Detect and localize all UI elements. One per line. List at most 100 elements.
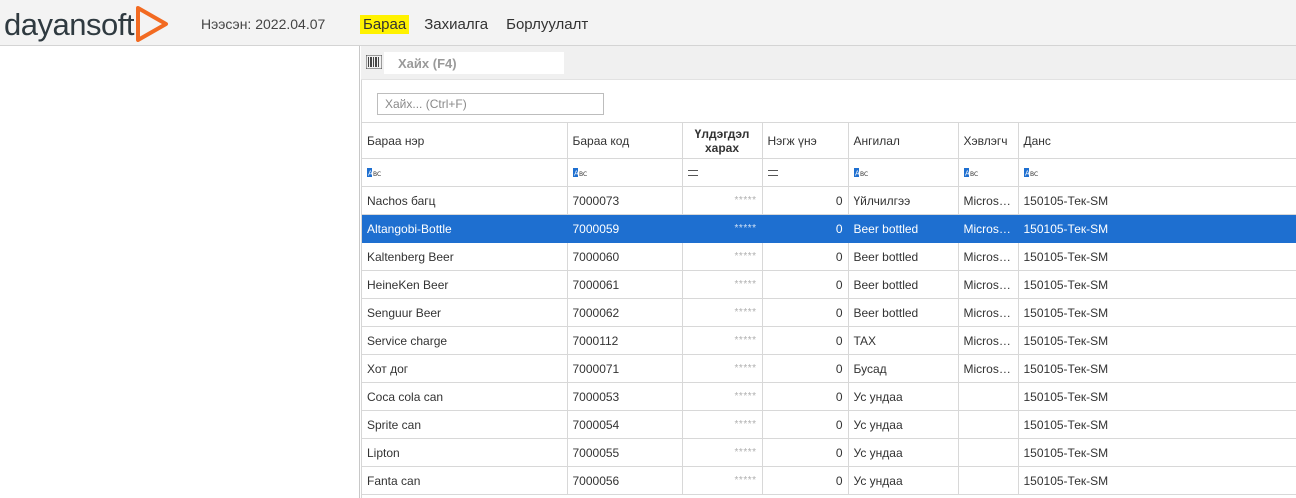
cell-code: 7000073 — [567, 186, 683, 215]
table-row[interactable]: Fanta can 7000056 ***** 0 Ус ундаа 150105-Тек… — [362, 466, 1296, 495]
column-header-category[interactable]: Ангилал — [848, 122, 959, 159]
abc-icon: A BC — [853, 166, 870, 180]
cell-code: 7000056 — [567, 466, 683, 495]
cell-printer: Microsoft Print to PDF — [958, 326, 1019, 355]
svg-text:BC: BC — [579, 171, 587, 178]
table-row[interactable]: Lipton 7000055 ***** 0 Ус ундаа 150105-Тек-SM — [362, 438, 1296, 467]
cell-name: Coca cola can — [362, 382, 568, 411]
product-grid-area: Бараа нэр Бараа код Үлдэгдэл харах Нэгж … — [361, 80, 1296, 498]
cell-price: 0 — [762, 298, 849, 327]
nav-item-orders[interactable]: Захиалга — [421, 15, 491, 34]
svg-text:BC: BC — [373, 171, 381, 178]
cell-name: Nachos багц — [362, 186, 568, 215]
cell-stock: ***** — [682, 186, 763, 215]
cell-price: 0 — [762, 354, 849, 383]
cell-name: Senguur Beer — [362, 298, 568, 327]
abc-icon: A BC — [1023, 166, 1040, 180]
cell-price: 0 — [762, 326, 849, 355]
abc-icon: A BC — [963, 166, 980, 180]
column-filter-cell[interactable] — [682, 158, 763, 187]
table-header-row: Бараа нэр Бараа код Үлдэгдэл харах Нэгж … — [362, 122, 1296, 159]
cell-price: 0 — [762, 186, 849, 215]
cell-printer: Microsoft Print to PDF — [958, 354, 1019, 383]
cell-printer — [958, 438, 1019, 467]
grid-filter-input[interactable] — [377, 93, 604, 115]
cell-code: 7000060 — [567, 242, 683, 271]
cell-printer: Microsoft Print to PDF — [958, 186, 1019, 215]
cell-name: Lipton — [362, 438, 568, 467]
cell-code: 7000059 — [567, 214, 683, 243]
logo-text: dayansoft — [4, 6, 134, 42]
column-header-printer[interactable]: Хэвлэгч — [958, 122, 1019, 159]
svg-text:BC: BC — [1030, 171, 1038, 178]
table-row[interactable]: HeineKen Beer 7000061 ***** 0 Beer bottled Mi… — [362, 270, 1296, 299]
cell-code: 7000054 — [567, 410, 683, 439]
cell-price: 0 — [762, 438, 849, 467]
nav-item-sales[interactable]: Борлуулалт — [503, 15, 591, 34]
column-filter-cell[interactable]: A BC — [1018, 158, 1296, 187]
table-row[interactable]: Nachos багц 7000073 ***** 0 Үйлчилгээ Microso… — [362, 186, 1296, 215]
cell-category: Beer bottled — [848, 214, 959, 243]
cell-code: 7000061 — [567, 270, 683, 299]
cell-name: Хот дог — [362, 354, 568, 383]
cell-price: 0 — [762, 214, 849, 243]
cell-name: Altangobi-Bottle — [362, 214, 568, 243]
cell-account: 150105-Тек-SM — [1018, 186, 1296, 215]
cell-name: Fanta can — [362, 466, 568, 495]
table-row[interactable]: Kaltenberg Beer 7000060 ***** 0 Beer bottled… — [362, 242, 1296, 271]
cell-category: Ус ундаа — [848, 438, 959, 467]
equals-icon — [687, 169, 698, 176]
column-header-code[interactable]: Бараа код — [567, 122, 683, 159]
cell-code: 7000053 — [567, 382, 683, 411]
cell-account: 150105-Тек-SM — [1018, 270, 1296, 299]
column-header-account[interactable]: Данс — [1018, 122, 1296, 159]
nav-item-products[interactable]: Бараа — [360, 15, 410, 34]
cell-category: Beer bottled — [848, 270, 959, 299]
column-header-stock[interactable]: Үлдэгдэл харах — [682, 122, 763, 159]
cell-stock: ***** — [682, 270, 763, 299]
table-row[interactable]: Senguur Beer 7000062 ***** 0 Beer bottled Mic… — [362, 298, 1296, 327]
column-filter-cell[interactable]: A BC — [958, 158, 1019, 187]
main-nav: Бараа Захиалга Борлуулалт — [360, 15, 603, 34]
equals-icon — [767, 169, 778, 176]
cell-account: 150105-Тек-SM — [1018, 326, 1296, 355]
cell-stock: ***** — [682, 382, 763, 411]
cell-code: 7000071 — [567, 354, 683, 383]
column-filter-cell[interactable]: A BC — [567, 158, 683, 187]
column-filter-cell[interactable] — [762, 158, 849, 187]
barcode-icon[interactable] — [366, 55, 382, 69]
table-row[interactable]: Coca cola can 7000053 ***** 0 Ус ундаа 150105… — [362, 382, 1296, 411]
cell-stock: ***** — [682, 410, 763, 439]
table-row[interactable]: Service charge 7000112 ***** 0 TAX Microsoft … — [362, 326, 1296, 355]
abc-icon: A BC — [367, 166, 383, 180]
left-pane — [0, 46, 360, 498]
cell-price: 0 — [762, 242, 849, 271]
cell-stock: ***** — [682, 214, 763, 243]
cell-stock: ***** — [682, 438, 763, 467]
cell-name: Sprite can — [362, 410, 568, 439]
cell-account: 150105-Тек-SM — [1018, 466, 1296, 495]
filter-row: A BC A BC A BC A BC A BC — [362, 158, 1296, 187]
column-filter-cell[interactable]: A BC — [362, 158, 568, 187]
products-pane: Бараа нэр Бараа код Үлдэгдэл харах Нэгж … — [361, 46, 1296, 498]
table-row-selected[interactable]: Altangobi-Bottle 7000059 ***** 0 Beer bottle… — [362, 214, 1296, 243]
table-row[interactable]: Sprite can 7000054 ***** 0 Ус ундаа 150105-Те… — [362, 410, 1296, 439]
cell-printer: Microsoft Print to PDF — [958, 242, 1019, 271]
cell-name: Kaltenberg Beer — [362, 242, 568, 271]
table-row[interactable]: Хот дог7000071*****0БусадMicrosoft Print… — [362, 354, 1296, 383]
column-header-name[interactable]: Бараа нэр — [362, 122, 568, 159]
cell-name: HeineKen Beer — [362, 270, 568, 299]
cell-category: Ус ундаа — [848, 382, 959, 411]
cell-code: 7000112 — [567, 326, 683, 355]
cell-name: Service charge — [362, 326, 568, 355]
cell-account: 150105-Тек-SM — [1018, 438, 1296, 467]
column-header-price[interactable]: Нэгж үнэ — [762, 122, 849, 159]
logo: dayansoft — [4, 4, 169, 44]
cell-account: 150105-Тек-SM — [1018, 242, 1296, 271]
cell-stock: ***** — [682, 298, 763, 327]
cell-stock: ***** — [682, 242, 763, 271]
cell-category: Ус ундаа — [848, 466, 959, 495]
cell-printer — [958, 466, 1019, 495]
column-filter-cell[interactable]: A BC — [848, 158, 959, 187]
product-search-input[interactable] — [384, 52, 564, 74]
